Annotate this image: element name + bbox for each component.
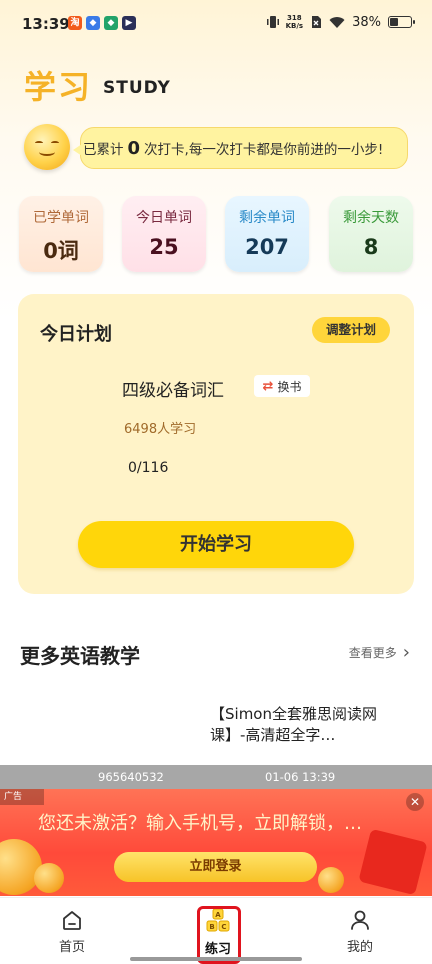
person-icon	[351, 910, 369, 930]
stat-label: 剩余天数	[343, 210, 399, 226]
vibrate-icon	[266, 16, 279, 28]
app-icon: ◆	[86, 16, 100, 30]
checkin-message: 次打卡,每一次打卡都是你前进的一小步!	[144, 142, 384, 158]
section-title-more: 更多英语教学	[20, 644, 140, 668]
swap-book-button[interactable]: ⇄ 换书	[254, 375, 310, 397]
ad-badge: 广告	[0, 789, 44, 805]
red-envelope-icon	[358, 828, 428, 896]
stat-card-learned[interactable]: 已学单词 0词	[19, 196, 103, 272]
stat-label: 今日单词	[136, 210, 192, 226]
stat-label: 剩余单词	[239, 210, 295, 226]
plan-title: 今日计划	[40, 324, 112, 345]
course-title[interactable]: 【Simon全套雅思阅读网课】-高清超全字…	[210, 704, 400, 746]
book-name: 四级必备词汇	[122, 381, 224, 401]
status-indicators: 318 KB/s 38%	[266, 14, 415, 30]
status-app-icons: 淘 ◆ ◆ ▶	[68, 16, 136, 30]
stat-card-today[interactable]: 今日单词 25	[122, 196, 206, 272]
coin-icon	[318, 867, 344, 893]
checkin-banner: 已累计 0 次打卡,每一次打卡都是你前进的一小步!	[73, 127, 408, 169]
nav-item-home[interactable]: 首页	[37, 908, 107, 955]
checkin-count: 0	[127, 137, 141, 159]
close-icon[interactable]: ✕	[406, 793, 424, 811]
swap-book-label: 换书	[277, 379, 302, 394]
checkin-prefix: 已累计	[83, 142, 124, 158]
page-title: 学习	[24, 68, 93, 106]
stat-value: 0词	[43, 239, 79, 263]
network-speed-unit: KB/s	[285, 22, 304, 30]
stat-value: 25	[149, 235, 179, 259]
stat-value: 207	[245, 235, 289, 259]
home-icon	[63, 911, 81, 930]
ad-login-button[interactable]: 立即登录	[114, 852, 317, 882]
swap-arrows-icon: ⇄	[262, 378, 274, 394]
ad-text: 您还未激活？输入手机号，立即解锁，…	[38, 813, 362, 834]
smiley-avatar-icon	[24, 124, 70, 170]
home-indicator[interactable]	[130, 957, 302, 961]
ad-time: 01-06 13:39	[265, 770, 336, 784]
app-icon: ◆	[104, 16, 118, 30]
ad-id: 965640532	[98, 770, 164, 784]
page-subtitle: STUDY	[103, 78, 171, 98]
stat-card-remaining-days[interactable]: 剩余天数 8	[329, 196, 413, 272]
stat-card-remaining-words[interactable]: 剩余单词 207	[225, 196, 309, 272]
see-more-label: 查看更多	[348, 646, 397, 660]
chevron-right-icon: ›	[402, 641, 410, 663]
today-plan-card: 今日计划 调整计划 四级必备词汇 ⇄ 换书 6498人学习 0/116 开始学习	[18, 294, 414, 594]
ad-banner[interactable]: 广告 ✕ 您还未激活？输入手机号，立即解锁，… 立即登录	[0, 789, 432, 896]
battery-icon	[388, 16, 415, 28]
status-bar: 13:39 淘 ◆ ◆ ▶ 318 KB/s 38%	[0, 0, 432, 50]
coin-icon	[34, 863, 64, 893]
play-icon: ▶	[122, 16, 136, 30]
nav-label: 我的	[346, 940, 373, 955]
adjust-plan-button[interactable]: 调整计划	[312, 317, 390, 343]
battery-percent: 38%	[352, 14, 381, 30]
plan-progress: 0/116	[128, 460, 169, 476]
nav-item-me[interactable]: 我的	[325, 908, 395, 955]
stat-value: 8	[363, 235, 379, 259]
no-sim-icon	[312, 16, 322, 28]
see-more-link[interactable]: 查看更多 ›	[348, 641, 410, 663]
status-time: 13:39	[22, 15, 70, 33]
stat-label: 已学单词	[33, 210, 89, 226]
coin-icon	[0, 839, 42, 895]
taobao-icon: 淘	[68, 16, 82, 30]
nav-label: 首页	[58, 940, 85, 955]
ad-info-bar: 965640532 01-06 13:39	[0, 765, 432, 789]
active-tab-highlight	[197, 906, 241, 964]
wifi-icon	[329, 16, 345, 28]
network-speed: 318 KB/s	[286, 14, 303, 30]
start-learning-button[interactable]: 开始学习	[78, 521, 354, 568]
network-speed-value: 318	[287, 14, 302, 22]
learner-count: 6498人学习	[124, 422, 197, 437]
